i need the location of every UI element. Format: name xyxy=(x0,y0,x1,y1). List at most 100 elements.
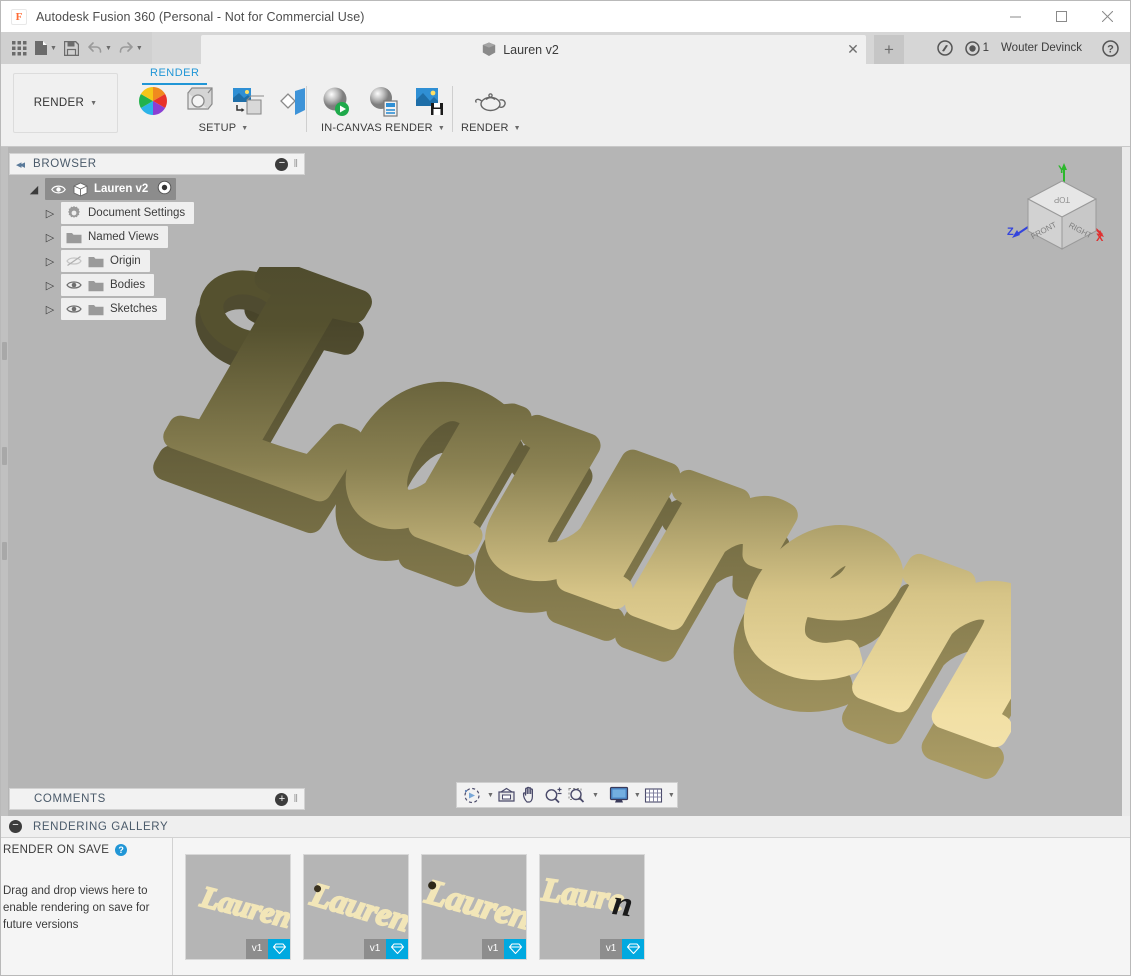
new-tab-button[interactable]: + xyxy=(874,35,904,64)
display-settings-icon[interactable] xyxy=(607,784,631,806)
chevron-down-icon[interactable]: ▼ xyxy=(592,792,599,799)
gallery-thumb-2[interactable]: Lauren v1 xyxy=(303,853,409,960)
ribbon-group-in-canvas-icons xyxy=(314,82,452,120)
maximize-button[interactable] xyxy=(1038,1,1084,32)
browser-minimize-icon[interactable]: − xyxy=(275,157,289,171)
navigation-bar: ▼ ▼ ▼ ▼ xyxy=(456,782,678,808)
ribbon-separator xyxy=(452,86,453,132)
expand-arrow-icon[interactable]: ◢ xyxy=(23,183,45,196)
job-status-button[interactable]: 1 xyxy=(961,34,993,62)
help-icon[interactable]: ? xyxy=(115,844,128,856)
tree-item-sketches-pill[interactable]: Sketches xyxy=(61,298,167,320)
expand-arrow-icon[interactable]: ▷ xyxy=(39,231,61,244)
zoom-window-icon[interactable] xyxy=(566,784,589,806)
add-comment-icon[interactable]: + xyxy=(275,792,289,806)
tree-item-origin-label: Origin xyxy=(110,255,141,267)
tree-item-document-settings[interactable]: ▷ Document Settings xyxy=(9,201,299,225)
setup-label: SETUP xyxy=(198,122,237,134)
render-on-save-panel[interactable]: RENDER ON SAVE ? Drag and drop views her… xyxy=(1,838,173,975)
capture-image-button[interactable] xyxy=(408,82,452,120)
eye-icon[interactable] xyxy=(50,184,66,195)
minimize-button[interactable] xyxy=(992,1,1038,32)
gallery-thumb-1[interactable]: Lauren v1 xyxy=(185,853,291,960)
decal-button[interactable] xyxy=(225,82,269,120)
appearance-button[interactable] xyxy=(131,82,175,120)
expand-arrow-icon[interactable]: ▷ xyxy=(39,207,61,220)
decal-icon xyxy=(233,88,264,115)
in-canvas-render-settings-button[interactable] xyxy=(361,82,405,120)
chevron-down-icon[interactable]: ▼ xyxy=(668,792,675,799)
ribbon-group-render-label[interactable]: RENDER ▼ xyxy=(461,122,521,134)
texture-map-controls-button[interactable] xyxy=(272,82,316,120)
in-canvas-render-button[interactable] xyxy=(314,82,358,120)
document-tab-title-wrap: Lauren v2 xyxy=(201,42,840,57)
app-grid-icon[interactable] xyxy=(7,35,31,61)
tree-item-root-pill[interactable]: Lauren v2 xyxy=(45,178,177,200)
workspace-switcher[interactable]: RENDER ▼ xyxy=(13,73,118,133)
document-tab[interactable]: Lauren v2 ✕ xyxy=(201,35,866,64)
folder-icon xyxy=(88,255,104,268)
close-button[interactable] xyxy=(1084,1,1130,32)
eye-icon[interactable] xyxy=(66,279,82,291)
tree-item-named-views[interactable]: ▷ Named Views xyxy=(9,225,299,249)
comments-bar[interactable]: COMMENTS + ‖ xyxy=(9,788,305,810)
browser-grip-icon[interactable]: ‖ xyxy=(293,158,298,170)
viewport-left-scrollbar[interactable] xyxy=(1,147,8,816)
comments-grip-icon[interactable]: ‖ xyxy=(293,793,298,805)
clock-icon xyxy=(964,40,980,56)
look-at-icon[interactable] xyxy=(495,784,518,806)
comments-title: COMMENTS xyxy=(34,793,106,805)
expand-arrow-icon[interactable]: ▷ xyxy=(39,279,61,292)
expand-arrow-icon[interactable]: ▷ xyxy=(39,255,61,268)
tree-item-named-views-pill[interactable]: Named Views xyxy=(61,226,168,248)
eye-icon[interactable] xyxy=(66,303,82,315)
ribbon-group-in-canvas-label[interactable]: IN-CANVAS RENDER ▼ xyxy=(321,122,445,134)
eye-off-icon[interactable] xyxy=(66,255,82,267)
ribbon-group-setup: SETUP ▼ xyxy=(131,82,316,134)
ribbon-group-render: RENDER ▼ xyxy=(461,82,521,134)
tree-item-origin[interactable]: ▷ Origin xyxy=(9,249,299,273)
redo-button[interactable]: ▼ xyxy=(115,35,146,61)
expand-arrow-icon[interactable]: ▷ xyxy=(39,303,61,316)
model-lauren-keychain[interactable]: Lauren Lauren Lauren xyxy=(129,182,1110,816)
pan-icon[interactable] xyxy=(519,784,541,806)
browser-header: ◂◂ BROWSER − ‖ xyxy=(9,153,305,175)
chevron-down-icon[interactable]: ▼ xyxy=(634,792,641,799)
new-file-button[interactable]: ▼ xyxy=(31,35,60,61)
activate-component-icon[interactable] xyxy=(157,180,172,198)
grid-snaps-icon[interactable] xyxy=(642,784,665,806)
viewport[interactable]: Lauren Lauren Lauren ◂◂ BROWS xyxy=(1,147,1130,816)
tree-item-bodies[interactable]: ▷ Bodies xyxy=(9,273,299,297)
undo-button[interactable]: ▼ xyxy=(84,35,115,61)
tree-item-bodies-pill[interactable]: Bodies xyxy=(61,274,155,296)
tree-item-document-settings-pill[interactable]: Document Settings xyxy=(61,202,195,224)
view-cube[interactable]: Y Z X TOP FRONT RIGHT xyxy=(1006,161,1106,261)
tree-item-named-views-label: Named Views xyxy=(88,231,159,243)
gem-icon xyxy=(622,938,644,959)
axis-y-label: Y xyxy=(1058,164,1066,176)
tabstrip-right-group: 1 Wouter Devinck ? xyxy=(931,32,1130,64)
svg-text:?: ? xyxy=(1107,43,1114,55)
scene-settings-button[interactable] xyxy=(178,82,222,120)
gallery-thumb-4[interactable]: Laure n v1 xyxy=(539,853,645,960)
document-tab-close-icon[interactable]: ✕ xyxy=(840,35,866,64)
gallery-minimize-icon[interactable]: − xyxy=(9,820,22,833)
gallery-thumb-3[interactable]: Lauren v1 xyxy=(421,853,527,960)
user-name[interactable]: Wouter Devinck xyxy=(995,42,1094,54)
help-icon[interactable]: ? xyxy=(1096,34,1124,62)
tree-item-origin-pill[interactable]: Origin xyxy=(61,250,150,272)
save-button[interactable] xyxy=(60,35,84,61)
tree-item-sketches[interactable]: ▷ Sketches xyxy=(9,297,299,321)
thumb-badge: v1 xyxy=(364,938,408,959)
ribbon-group-setup-label[interactable]: SETUP ▼ xyxy=(199,122,249,134)
tree-item-root[interactable]: ◢ Lauren v2 xyxy=(9,177,299,201)
chevron-down-icon: ▼ xyxy=(90,99,98,107)
gear-icon xyxy=(66,205,82,221)
orbit-icon[interactable] xyxy=(461,784,484,806)
quick-access-toolbar: ▼ ▼ ▼ xyxy=(1,32,152,64)
chevron-down-icon[interactable]: ▼ xyxy=(487,792,494,799)
browser-collapse-icon[interactable]: ◂◂ xyxy=(16,158,25,171)
render-button[interactable] xyxy=(469,82,513,120)
zoom-icon[interactable] xyxy=(542,784,565,806)
data-panel-icon[interactable] xyxy=(931,34,959,62)
